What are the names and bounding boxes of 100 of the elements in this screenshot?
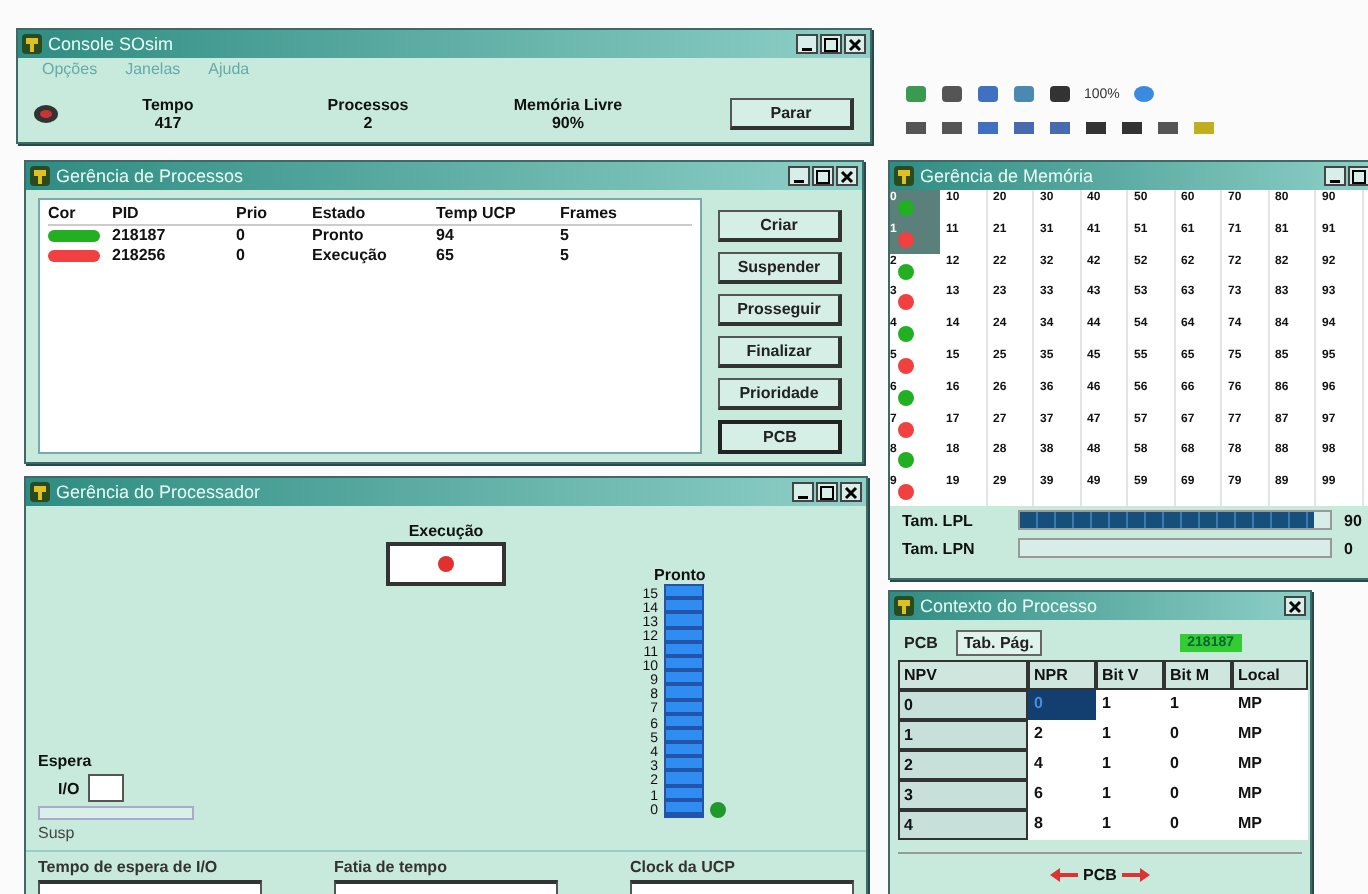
table-cell-text: 65 (436, 246, 456, 266)
column-header: Local (1232, 660, 1308, 690)
stop-button[interactable]: Parar (730, 97, 854, 129)
close-button[interactable] (844, 34, 866, 54)
stat-label: Memória Livre (513, 95, 623, 113)
window-title: Gerência de Memória (920, 166, 1096, 186)
app-icon (894, 596, 914, 616)
table-cell: MP (1232, 720, 1308, 750)
close-button[interactable] (836, 166, 858, 186)
table-cell-text: 5 (560, 246, 571, 266)
queue-label: Tam. LPL (902, 511, 975, 529)
row-header: 0 (898, 690, 1028, 720)
table-cell: 1 (1096, 720, 1164, 750)
maximize-icon (816, 169, 830, 183)
slider-label: Clock da UCP (630, 858, 737, 876)
table-cell: 0 (1164, 720, 1232, 750)
window-title: Console SOsim (48, 34, 176, 54)
table-cell: 1 (1096, 810, 1164, 840)
queue-label: Tam. LPN (902, 539, 977, 557)
tab[interactable]: Tab. Pág. (955, 629, 1042, 655)
column-header: Frames (560, 204, 619, 224)
suspended-label: Susp (38, 824, 77, 842)
table-cell: 0 (1164, 780, 1232, 810)
io-box (87, 774, 124, 802)
toolbar-icon[interactable] (1048, 84, 1072, 104)
table-cell-text: Execução (312, 246, 389, 266)
pcb-link[interactable]: PCB (1083, 866, 1117, 884)
minimize-button[interactable] (788, 166, 810, 186)
stat-label: Processos (327, 95, 409, 113)
maximize-icon (820, 485, 834, 499)
slider-label: Fatia de tempo (334, 858, 449, 876)
close-button[interactable] (840, 482, 862, 502)
maximize-button[interactable] (816, 482, 838, 502)
table-cell-text: 0 (236, 246, 247, 266)
table-cell: 0 (1164, 750, 1232, 780)
column-header: Bit V (1096, 660, 1164, 690)
stat-label: Tempo (142, 95, 194, 113)
maximize-button[interactable] (812, 166, 834, 186)
app-icon (894, 166, 914, 186)
stat-value: 90% (551, 113, 584, 131)
toolbar-icon[interactable] (1156, 118, 1180, 138)
table-cell-text: Pronto (312, 226, 366, 246)
table-cell: MP (1232, 810, 1308, 840)
column-header: NPV (898, 660, 1028, 690)
action-button[interactable]: Criar (718, 210, 842, 242)
table-cell[interactable]: 2 (1028, 720, 1096, 750)
row-header: 4 (898, 810, 1028, 840)
action-button[interactable]: Suspender (718, 252, 842, 284)
ready-label: Pronto (652, 566, 708, 584)
table-cell: MP (1232, 690, 1308, 720)
column-header: Bit M (1164, 660, 1232, 690)
toolbar-icon[interactable] (1120, 118, 1144, 138)
table-cell-text: 218256 (112, 246, 168, 266)
column-header: Cor (48, 204, 78, 224)
toolbar-icon[interactable] (940, 84, 964, 104)
close-icon (1288, 599, 1302, 613)
action-button[interactable]: Prosseguir (718, 294, 842, 326)
action-button[interactable]: PCB (718, 420, 842, 454)
running-label: Execução (408, 522, 484, 540)
column-header: NPR (1028, 660, 1096, 690)
table-cell: 1 (1096, 690, 1164, 720)
minimize-button[interactable] (792, 482, 814, 502)
toolbar-icon[interactable] (904, 118, 928, 138)
table-cell: 1 (1096, 780, 1164, 810)
left-arrow-icon (1049, 868, 1078, 882)
table-cell-text: 0 (236, 226, 247, 246)
table-cell[interactable]: 4 (1028, 750, 1096, 780)
table-cell: 1 (1096, 750, 1164, 780)
minimize-button[interactable] (1324, 166, 1346, 186)
window-title: Gerência de Processos (56, 166, 246, 186)
table-cell: MP (1232, 750, 1308, 780)
wait-label: Espera (38, 752, 94, 770)
app-icon (30, 166, 50, 186)
window-title: Contexto do Processo (920, 596, 1100, 616)
toolbar-icon[interactable] (940, 118, 964, 138)
toolbar-icon[interactable] (1084, 118, 1108, 138)
close-icon (848, 37, 862, 51)
table-cell: MP (1232, 780, 1308, 810)
row-header: 2 (898, 750, 1028, 780)
table-cell: 1 (1164, 690, 1232, 720)
table-cell[interactable]: 6 (1028, 780, 1096, 810)
app-icon (30, 482, 50, 502)
column-header: PID (112, 204, 141, 224)
row-header: 3 (898, 780, 1028, 810)
action-button[interactable]: Finalizar (718, 336, 842, 368)
maximize-button[interactable] (1348, 166, 1368, 186)
minimize-button[interactable] (796, 34, 818, 54)
table-cell: 0 (1164, 810, 1232, 840)
app-icon (22, 34, 42, 54)
maximize-icon (824, 37, 838, 51)
tab[interactable]: PCB (898, 631, 944, 653)
queue-value: 90 (1344, 511, 1362, 529)
table-cell[interactable]: 8 (1028, 810, 1096, 840)
close-button[interactable] (1284, 596, 1306, 616)
row-header: 1 (898, 720, 1028, 750)
maximize-icon (1352, 169, 1366, 183)
maximize-button[interactable] (820, 34, 842, 54)
action-button[interactable]: Prioridade (718, 378, 842, 410)
column-header: Estado (312, 204, 368, 224)
column-header: Temp UCP (436, 204, 518, 224)
